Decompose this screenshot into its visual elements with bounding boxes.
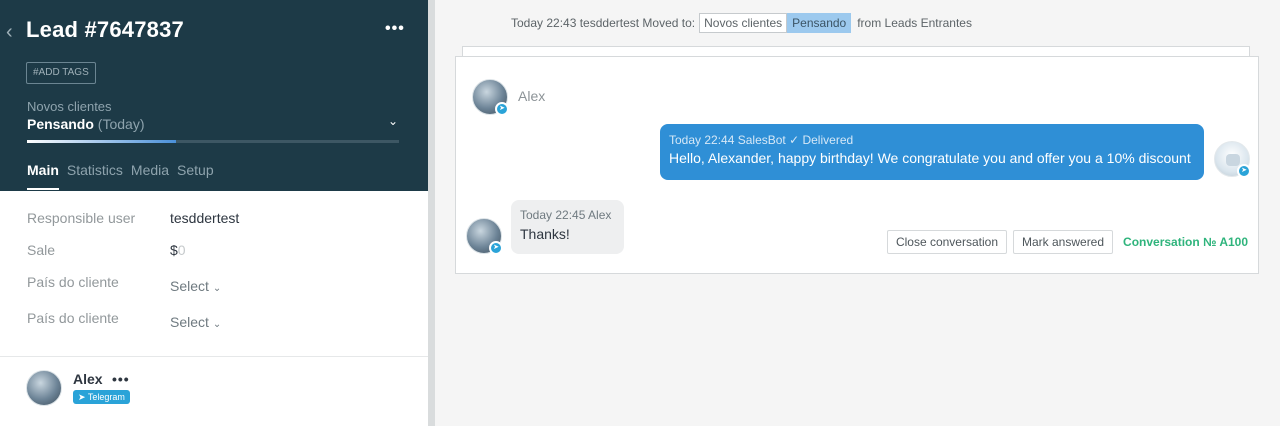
telegram-badge-label: Telegram xyxy=(87,392,125,402)
tab-main[interactable]: Main xyxy=(27,162,59,190)
chevron-down-icon: ⌄ xyxy=(212,319,222,330)
lead-title: Lead #7647837 xyxy=(26,17,184,42)
add-tags-button[interactable]: #ADD TAGS xyxy=(26,62,96,84)
tab-statistics[interactable]: Statistics xyxy=(67,162,123,190)
telegram-icon: ➤ xyxy=(1237,164,1251,178)
lead-fields: Responsible user tesddertest Sale $0 Paí… xyxy=(27,210,407,346)
robot-icon xyxy=(1226,154,1240,166)
lead-tabs: Main Statistics Media Setup xyxy=(27,162,222,190)
responsible-user-value[interactable]: tesddertest xyxy=(170,210,239,226)
user-message-text: Thanks! xyxy=(520,226,570,242)
stage-progress-fill xyxy=(27,140,176,143)
sale-placeholder: 0 xyxy=(177,242,186,258)
responsible-user-label: Responsible user xyxy=(27,210,136,226)
country-label-2: País do cliente xyxy=(27,310,119,326)
stage-progress-bar xyxy=(27,140,399,143)
country-select-value: Select xyxy=(170,278,209,294)
conversation-id-link[interactable]: Conversation № A100 xyxy=(1123,235,1248,249)
sale-field[interactable]: $0 xyxy=(170,242,186,258)
pipeline-name: Novos clientes xyxy=(27,99,112,114)
conversation-card: ➤ Alex Today 22:44 SalesBot ✓ Delivered … xyxy=(455,56,1259,274)
from-stage-tag: Novos clientes xyxy=(699,13,788,33)
stage-time: (Today) xyxy=(97,116,145,132)
chat-header-avatar: ➤ xyxy=(472,79,509,116)
country-select-2[interactable]: Select ⌄ xyxy=(170,314,221,330)
chevron-down-icon: ⌄ xyxy=(212,283,222,294)
tab-media[interactable]: Media xyxy=(131,162,169,190)
sale-label: Sale xyxy=(27,242,56,258)
panel-splitter[interactable] xyxy=(428,0,435,426)
close-conversation-button[interactable]: Close conversation xyxy=(886,230,1007,254)
feed-area: Today 22:43 tesddertest Moved to: Novos … xyxy=(435,0,1280,426)
bot-avatar: ➤ xyxy=(1214,141,1251,178)
telegram-icon: ➤ xyxy=(489,241,503,255)
stage-selector[interactable]: Pensando (Today) xyxy=(27,116,144,132)
chat-header-name: Alex xyxy=(518,88,546,104)
lead-header: ‹ Lead #7647837 ••• #ADD TAGS Novos clie… xyxy=(0,0,428,191)
bot-message: Today 22:44 SalesBot ✓ Delivered Hello, … xyxy=(660,124,1204,180)
chevron-down-icon[interactable]: ⌄ xyxy=(388,114,398,128)
lead-card-panel: ‹ Lead #7647837 ••• #ADD TAGS Novos clie… xyxy=(0,0,428,426)
telegram-icon: ➤ xyxy=(495,102,509,116)
contact-name[interactable]: Alex xyxy=(73,371,103,387)
country-select-value-2: Select xyxy=(170,314,209,330)
telegram-icon: ➤ xyxy=(78,392,86,402)
user-message-meta: Today 22:45 Alex xyxy=(520,208,612,222)
contact-more-button[interactable]: ••• xyxy=(112,371,130,387)
contact-avatar[interactable] xyxy=(26,370,62,406)
bot-message-text: Hello, Alexander, happy birthday! We con… xyxy=(669,150,1191,166)
divider xyxy=(0,356,428,357)
mark-answered-button[interactable]: Mark answered xyxy=(1013,230,1114,254)
lead-more-menu-button[interactable]: ••• xyxy=(385,20,405,38)
user-avatar: ➤ xyxy=(466,218,503,255)
conversation-actions: Close conversation Mark answered Convers… xyxy=(881,230,1248,254)
stage-change-event: Today 22:43 tesddertest Moved to: Novos … xyxy=(511,13,972,33)
tab-setup[interactable]: Setup xyxy=(177,162,214,190)
event-suffix: from Leads Entrantes xyxy=(857,16,972,30)
stage-name: Pensando xyxy=(27,116,94,132)
user-message: Today 22:45 Alex Thanks! xyxy=(511,200,624,254)
telegram-badge: ➤ Telegram xyxy=(73,390,130,404)
event-text: Today 22:43 tesddertest Moved to: xyxy=(511,16,696,30)
back-chevron-icon[interactable]: ‹ xyxy=(6,22,13,42)
country-select[interactable]: Select ⌄ xyxy=(170,278,221,294)
country-label: País do cliente xyxy=(27,274,119,290)
bot-message-meta: Today 22:44 SalesBot ✓ Delivered xyxy=(669,133,854,147)
sale-currency: $ xyxy=(170,242,178,258)
to-stage-tag: Pensando xyxy=(787,13,852,33)
